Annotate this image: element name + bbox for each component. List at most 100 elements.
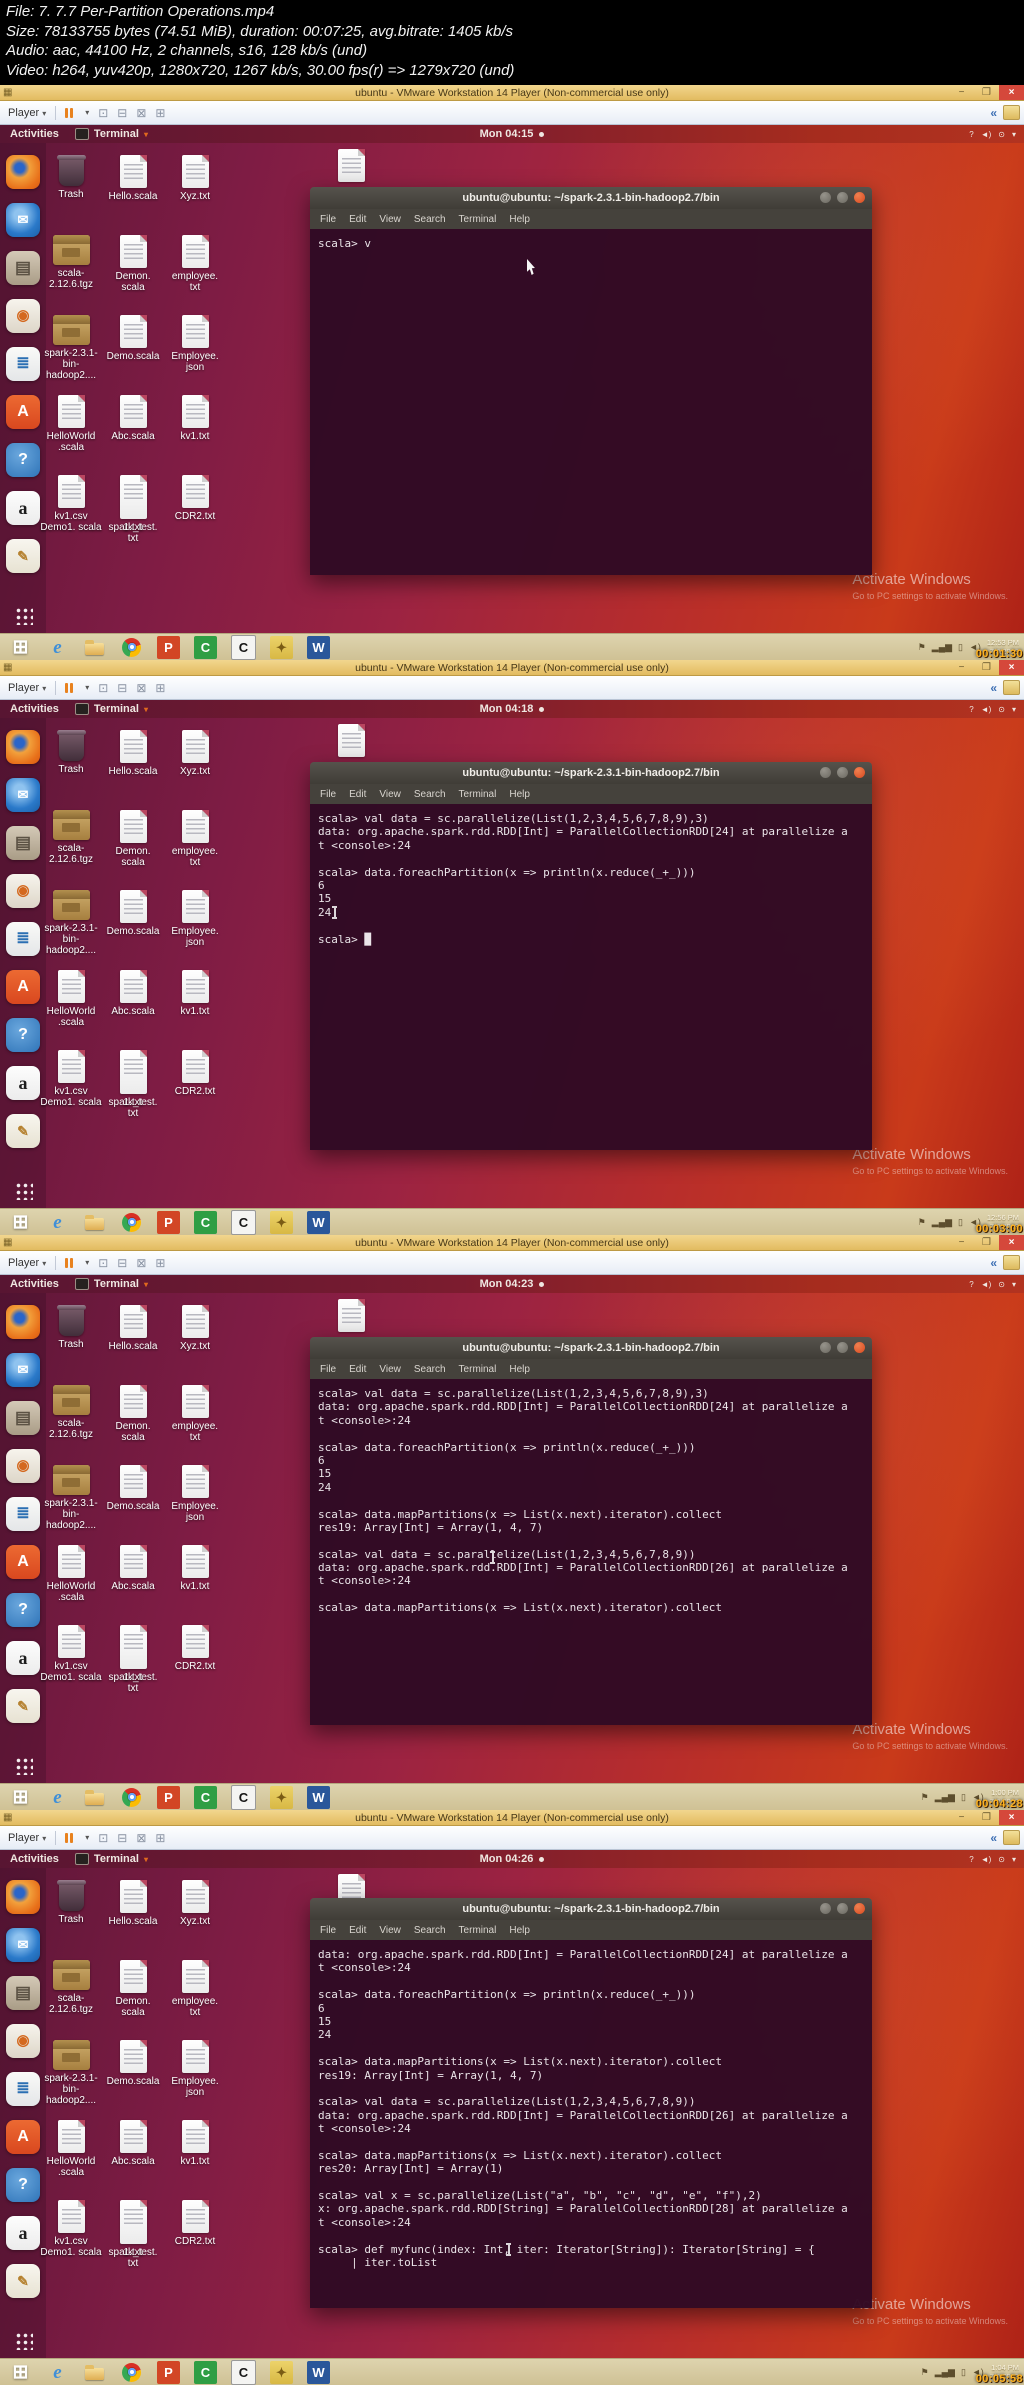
desktop-icon[interactable]: kv1.txt	[166, 395, 224, 475]
terminal-titlebar[interactable]: ubuntu@ubuntu: ~/spark-2.3.1-bin-hadoop2…	[310, 187, 872, 209]
menu-help[interactable]: Help	[509, 1364, 530, 1375]
menu-edit[interactable]: Edit	[349, 1925, 366, 1936]
taskbar-app-icon[interactable]: C	[231, 1209, 256, 1235]
taskbar-app-icon[interactable]	[120, 1211, 143, 1234]
taskbar-app-icon[interactable]	[83, 2361, 106, 2384]
tray-network-icon[interactable]: ▂▄▆	[932, 642, 952, 653]
desktop-icon[interactable]: scala- 2.12.6.tgz	[42, 1385, 100, 1465]
chevron-down-icon[interactable]: ▾	[85, 108, 89, 117]
player-menu-button[interactable]: Player ▾	[8, 1832, 46, 1844]
desktop-icon[interactable]: Demon. scala	[104, 235, 162, 315]
dock-app-icon[interactable]: A	[6, 1545, 40, 1579]
desktop-icon[interactable]: HelloWorld .scala	[42, 970, 100, 1050]
desktop-icon[interactable]: Demo1. scala kv1.csv	[40, 2200, 102, 2280]
dock-app-icon[interactable]: ✉	[6, 778, 40, 812]
taskbar-app-icon[interactable]: C	[194, 1785, 217, 1809]
ctrl-alt-del-icon[interactable]: ⊡	[98, 1257, 108, 1269]
dock-app-icon[interactable]: ▤	[6, 1976, 40, 2010]
desktop-icon[interactable]: 1.txt spark_test. txt	[104, 1050, 162, 1130]
taskbar-app-icon[interactable]	[83, 636, 106, 659]
vmware-titlebar[interactable]: ▦ ubuntu - VMware Workstation 14 Player …	[0, 1810, 1024, 1826]
activities-button[interactable]: Activities	[10, 128, 59, 140]
desktop-icon[interactable]: CDR2.txt	[166, 2200, 224, 2280]
desktop-icon[interactable]: Employee. json	[166, 2040, 224, 2120]
close-button[interactable]: ×	[999, 1810, 1024, 1825]
menu-search[interactable]: Search	[414, 789, 446, 800]
dock-app-icon[interactable]: a	[6, 2216, 40, 2250]
dock-app-icon[interactable]	[6, 155, 40, 189]
dock-app-icon[interactable]: ▤	[6, 251, 40, 285]
dock-app-icon[interactable]: ≣	[6, 1497, 40, 1531]
desktop-icon[interactable]: kv1.txt	[166, 970, 224, 1050]
dock-app-icon[interactable]: ◉	[6, 1449, 40, 1483]
tray-network-icon[interactable]: ▂▄▆	[935, 2367, 955, 2378]
pause-button[interactable]	[65, 1257, 74, 1268]
topbar-clock[interactable]: Mon 04:26	[0, 1853, 1024, 1865]
desktop-icon[interactable]: HelloWorld .scala	[42, 2120, 100, 2200]
taskbar-app-icon[interactable]: e	[46, 636, 69, 659]
tray-flag-icon[interactable]: ⚑	[921, 2367, 929, 2378]
desktop-icon[interactable]: Demon. scala	[104, 1385, 162, 1465]
desktop-icon[interactable]: Hello.scala	[104, 1305, 162, 1385]
vmware-titlebar[interactable]: ▦ ubuntu - VMware Workstation 14 Player …	[0, 660, 1024, 676]
volume-icon[interactable]: ◄)	[981, 1855, 992, 1864]
dock-app-icon[interactable]: A	[6, 2120, 40, 2154]
tray-flag-icon[interactable]: ⚑	[921, 1792, 929, 1803]
terminal-maximize-icon[interactable]	[837, 1342, 848, 1353]
dock-app-icon[interactable]: ≣	[6, 2072, 40, 2106]
dock-app-icon[interactable]: ✎	[6, 1689, 40, 1723]
suspend-icon[interactable]: ⊟	[117, 682, 127, 694]
power-icon[interactable]: ⊙	[998, 1280, 1005, 1289]
dock-app-icon[interactable]: a	[6, 1641, 40, 1675]
close-button[interactable]: ×	[999, 660, 1024, 675]
desktop-icon[interactable]: CDR2.txt	[166, 1625, 224, 1705]
desktop-icon[interactable]: Employee. json	[166, 890, 224, 970]
network-icon[interactable]: ?	[969, 1280, 973, 1289]
menu-terminal[interactable]: Terminal	[459, 789, 497, 800]
taskbar-app-icon[interactable]	[83, 1211, 106, 1234]
dock-app-icon[interactable]: ▤	[6, 1401, 40, 1435]
taskbar-app-icon[interactable]: ⊞	[9, 2361, 32, 2384]
desktop-icon[interactable]: employee. txt	[166, 1385, 224, 1465]
file-icon[interactable]	[338, 1299, 365, 1332]
player-menu-button[interactable]: Player ▾	[8, 1257, 46, 1269]
close-button[interactable]: ×	[999, 1235, 1024, 1250]
desktop-icon[interactable]: Trash	[42, 1880, 100, 1960]
desktop-icon[interactable]: spark-2.3.1- bin- hadoop2....	[42, 1465, 100, 1545]
dock-app-icon[interactable]: ✉	[6, 1353, 40, 1387]
activities-button[interactable]: Activities	[10, 1278, 59, 1290]
minimize-button[interactable]: −	[949, 1235, 974, 1250]
topbar-clock[interactable]: Mon 04:15	[0, 128, 1024, 140]
desktop-icon[interactable]: scala- 2.12.6.tgz	[42, 235, 100, 315]
desktop-icon[interactable]: Abc.scala	[104, 970, 162, 1050]
dock-app-icon[interactable]: ✉	[6, 203, 40, 237]
desktop-icon[interactable]: scala- 2.12.6.tgz	[42, 1960, 100, 2040]
tray-network-icon[interactable]: ▂▄▆	[932, 1217, 952, 1228]
dock-app-icon[interactable]: ?	[6, 443, 40, 477]
terminal-titlebar[interactable]: ubuntu@ubuntu: ~/spark-2.3.1-bin-hadoop2…	[310, 762, 872, 784]
restore-button[interactable]: ❐	[974, 660, 999, 675]
chevron-down-icon[interactable]: ▾	[1012, 705, 1016, 714]
show-applications-icon[interactable]	[14, 1756, 33, 1775]
taskbar-app-icon[interactable]: W	[307, 2360, 330, 2384]
desktop-icon[interactable]: CDR2.txt	[166, 1050, 224, 1130]
minimize-button[interactable]: −	[949, 1810, 974, 1825]
show-applications-icon[interactable]	[14, 1181, 33, 1200]
terminal-appmenu[interactable]: Terminal ▾	[74, 128, 148, 140]
desktop-icon[interactable]: employee. txt	[166, 1960, 224, 2040]
terminal-close-icon[interactable]	[854, 192, 865, 203]
suspend-icon[interactable]: ⊟	[117, 1832, 127, 1844]
desktop-icon[interactable]: spark-2.3.1- bin- hadoop2....	[42, 2040, 100, 2120]
desktop-icon[interactable]: 1.txt spark_test. txt	[104, 1625, 162, 1705]
minimize-button[interactable]: −	[949, 85, 974, 100]
dock-app-icon[interactable]: ?	[6, 2168, 40, 2202]
desktop-icon[interactable]: employee. txt	[166, 810, 224, 890]
dock-app-icon[interactable]: A	[6, 395, 40, 429]
terminal-maximize-icon[interactable]	[837, 767, 848, 778]
terminal-maximize-icon[interactable]	[837, 192, 848, 203]
taskbar-app-icon[interactable]: e	[46, 2361, 69, 2384]
desktop-icon[interactable]: Abc.scala	[104, 1545, 162, 1625]
taskbar-app-icon[interactable]	[83, 1786, 106, 1809]
desktop-icon[interactable]: Demon. scala	[104, 810, 162, 890]
menu-help[interactable]: Help	[509, 1925, 530, 1936]
